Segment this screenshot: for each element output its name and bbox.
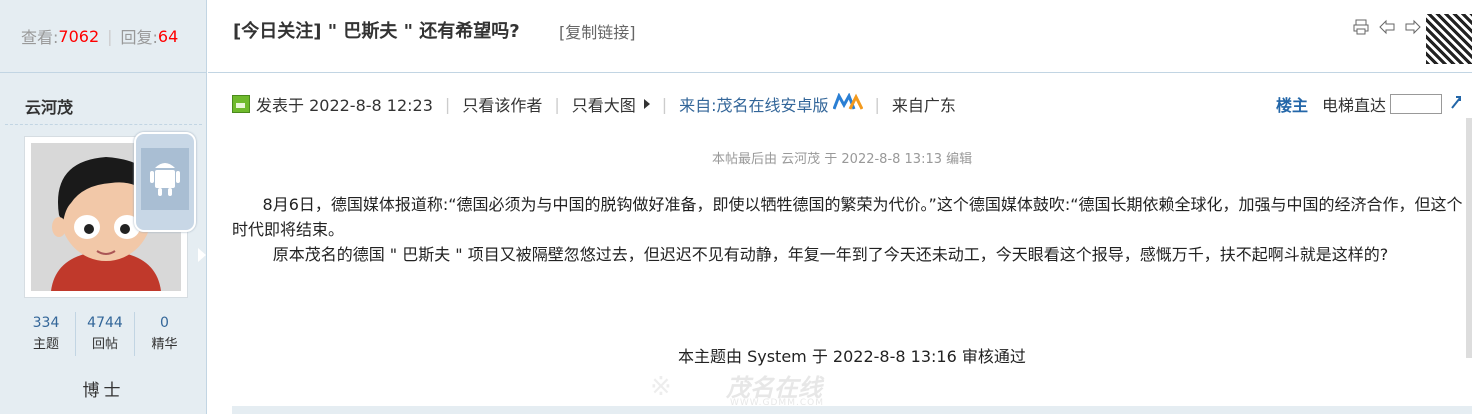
triangle-right-icon	[643, 99, 650, 109]
divider: |	[554, 94, 560, 114]
floor-tools: 楼主 电梯直达	[1276, 92, 1462, 116]
thread-stats: 查看: 7062 | 回复: 64	[0, 0, 207, 73]
post-paragraph: 原本茂名的德国 " 巴斯夫 " 项目又被隔壁忽悠过去，但迟迟不见有动静，年复一年…	[232, 245, 1389, 264]
stat-label: 精华	[151, 337, 178, 352]
post-date: 发表于 2022-8-8 12:23	[256, 96, 433, 115]
avatar-pointer	[198, 248, 206, 262]
large-image-link[interactable]: 只看大图	[572, 92, 636, 116]
floor-number-input[interactable]	[1390, 94, 1443, 114]
android-device-badge	[134, 132, 196, 232]
replies-count: 64	[157, 26, 179, 46]
post-content: 8月6日，德国媒体报道称:“德国必须为与中国的脱钩做好准备，即使以牺牲德国的繁荣…	[232, 192, 1472, 267]
thread-title: [今日关注] " 巴斯夫 " 还有希望吗?	[233, 21, 520, 42]
copy-link-button[interactable]: [复制链接]	[559, 19, 636, 43]
stat-value: 4744	[87, 315, 123, 331]
post-paragraph: 8月6日，德国媒体报道称:“德国必须为与中国的脱钩做好准备，即使以牺牲德国的繁荣…	[232, 195, 1463, 239]
next-thread-icon[interactable]	[1404, 18, 1422, 36]
android-icon	[141, 148, 189, 210]
stat-label: 回帖	[91, 337, 118, 352]
divider	[5, 124, 202, 125]
audit-note: 本主题由 System 于 2022-8-8 13:16 审核通过	[678, 347, 1026, 366]
divider: |	[107, 26, 113, 46]
thread-header: [今日关注] " 巴斯夫 " 还有希望吗? [复制链接]	[208, 0, 1472, 73]
site-watermark: ※ 茂名在线 WWW.GDMM.COM	[640, 368, 840, 408]
views-count: 7062	[58, 26, 100, 46]
prev-thread-icon[interactable]	[1378, 18, 1396, 36]
author-name[interactable]: 云河茂	[25, 94, 73, 118]
edit-note: 本帖最后由 云河茂 于 2022-8-8 13:13 编辑	[712, 152, 973, 167]
replies-label: 回复:	[120, 28, 158, 47]
author-stats: 334 主题 4744 回帖 0 精华	[0, 312, 207, 356]
qr-code-icon[interactable]	[1426, 14, 1472, 64]
from-app-link[interactable]: 来自:茂名在线安卓版	[679, 92, 828, 116]
divider: |	[874, 94, 880, 114]
post-footer-bar	[232, 406, 1472, 414]
scrollbar[interactable]	[1466, 118, 1472, 358]
stat-value: 0	[160, 315, 169, 331]
stat-threads[interactable]: 334 主题	[17, 312, 76, 356]
author-sidebar: 查看: 7062 | 回复: 64 云河茂 334 主题 4744 回帖 0 精…	[0, 0, 207, 414]
only-author-link[interactable]: 只看该作者	[462, 92, 542, 116]
stat-digest[interactable]: 0 精华	[135, 312, 194, 356]
stat-label: 主题	[32, 337, 59, 352]
divider: |	[661, 94, 668, 114]
print-icon[interactable]	[1352, 18, 1370, 36]
elevator-label: 电梯直达	[1322, 96, 1387, 115]
author-info: 云河茂 334 主题 4744 回帖 0 精华 博士	[0, 74, 207, 414]
floor-label[interactable]: 楼主	[1276, 92, 1308, 116]
go-icon[interactable]	[1450, 94, 1462, 114]
thread-tools	[1352, 18, 1422, 36]
app-logo-icon	[832, 91, 863, 116]
stat-value: 334	[32, 315, 60, 331]
post-icon	[232, 95, 250, 113]
divider: |	[444, 94, 451, 114]
watermark-logo-icon: ※	[650, 372, 672, 402]
author-rank: 博士	[82, 381, 125, 401]
post-meta: 发表于 2022-8-8 12:23 | 只看该作者 | 只看大图 | 来自:茂…	[232, 91, 956, 116]
views-label: 查看:	[21, 28, 59, 47]
post-location: 来自广东	[891, 96, 956, 115]
stat-posts[interactable]: 4744 回帖	[76, 312, 135, 356]
